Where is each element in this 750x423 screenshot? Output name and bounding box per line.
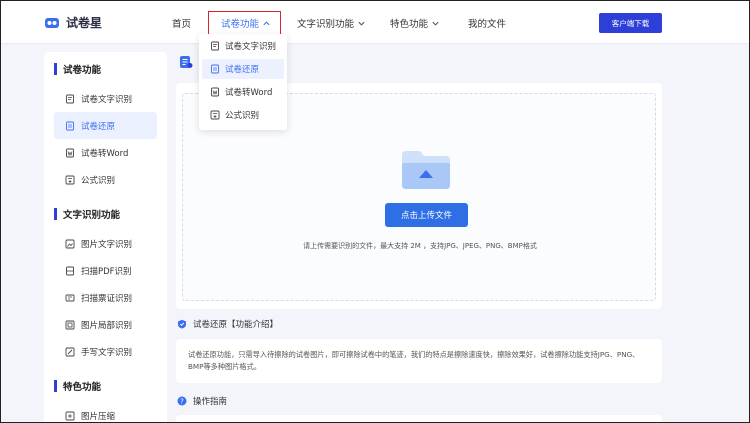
chevron-down-icon <box>432 21 439 26</box>
client-download-button[interactable]: 客户端下载 <box>599 13 662 33</box>
logo[interactable]: 试卷星 <box>44 14 102 31</box>
dropdown-item-exam-text-ocr[interactable]: 试卷文字识别 <box>202 36 284 56</box>
formula-icon <box>65 175 75 184</box>
sidebar-item-exam-to-word[interactable]: 试卷转Word <box>54 139 157 166</box>
ticket-scan-icon <box>65 294 75 301</box>
sidebar-item-label: 试卷转Word <box>81 148 129 159</box>
sidebar-item-label: 手写文字识别 <box>81 347 133 358</box>
image-compress-icon <box>65 411 75 420</box>
shield-icon <box>178 319 186 329</box>
folder-upload-icon <box>402 151 450 189</box>
sidebar-item-label: 图片局部识别 <box>81 320 133 331</box>
doc-word-icon <box>211 87 219 97</box>
guide-title-text: 操作指南 <box>193 397 228 407</box>
nav-my-files-label: 我的文件 <box>468 19 507 30</box>
nav-highlight-box <box>208 11 281 35</box>
sidebar-item-exam-restore[interactable]: 试卷还原 <box>54 112 157 139</box>
handwriting-icon <box>65 347 75 356</box>
nav-home-label: 首页 <box>172 19 192 30</box>
sidebar-section-title-exam: 试卷功能 <box>54 62 101 76</box>
sidebar-item-label: 扫描PDF识别 <box>81 266 132 277</box>
sidebar-item-label: 扫描票证识别 <box>81 293 133 304</box>
dropdown-item-label: 试卷还原 <box>225 65 260 75</box>
nav-my-files[interactable]: 我的文件 <box>468 16 506 30</box>
sidebar-item-image-compress[interactable]: 图片压缩 <box>54 402 157 423</box>
dropdown-item-formula-ocr[interactable]: 公式识别 <box>202 105 284 125</box>
image-crop-icon <box>65 320 75 329</box>
sidebar-section-title-special: 特色功能 <box>54 379 101 393</box>
doc-text-icon <box>66 94 74 103</box>
guide-panel <box>176 415 662 423</box>
sidebar: 试卷功能 试卷文字识别 试卷还原 试卷转Word 公式识别 文字识别功能 图片文… <box>44 52 167 423</box>
sidebar-item-label: 公式识别 <box>81 175 116 186</box>
svg-text:?: ? <box>180 398 184 406</box>
doc-word-icon <box>66 148 74 157</box>
dropdown-item-label: 试卷文字识别 <box>225 42 277 52</box>
upload-hint: 请上传需要识别的文件，最大支持 2M ，支持JPG、JPEG、PNG、BMP格式 <box>303 242 537 250</box>
sidebar-item-exam-text-ocr[interactable]: 试卷文字识别 <box>54 85 157 112</box>
sidebar-item-label: 图片文字识别 <box>81 239 133 250</box>
sidebar-item-image-crop[interactable]: 图片局部识别 <box>54 311 157 338</box>
logo-text: 试卷星 <box>66 16 103 30</box>
dropdown-item-exam-restore[interactable]: 试卷还原 <box>202 59 284 79</box>
sidebar-item-ticket-scan[interactable]: 扫描票证识别 <box>54 284 157 311</box>
page-title-icon <box>180 56 193 68</box>
pdf-scan-icon <box>66 266 74 275</box>
sidebar-item-label: 图片压缩 <box>81 411 116 422</box>
intro-heading: 试卷还原【功能介绍】 <box>177 318 278 330</box>
nav-ocr-features-label: 文字识别功能 <box>297 19 355 30</box>
doc-restore-icon <box>66 121 74 130</box>
doc-text-icon <box>211 41 219 51</box>
dropdown-item-exam-to-word[interactable]: 试卷转Word <box>202 82 284 102</box>
exam-features-dropdown: 试卷文字识别 试卷还原 试卷转Word 公式识别 <box>199 34 287 130</box>
nav-special-features-label: 特色功能 <box>390 19 429 30</box>
intro-description: 试卷还原功能，只需导入待擦除的试卷图片，即可擦除试卷中的笔迹，我们的特点是擦除速… <box>176 339 662 383</box>
dropdown-item-label: 公式识别 <box>225 111 260 121</box>
sidebar-item-label: 试卷文字识别 <box>81 94 133 105</box>
nav-home[interactable]: 首页 <box>172 16 191 30</box>
sidebar-item-pdf-scan[interactable]: 扫描PDF识别 <box>54 257 157 284</box>
guide-heading: ? 操作指南 <box>177 395 227 407</box>
doc-restore-icon <box>211 64 219 74</box>
chevron-down-icon <box>358 21 365 26</box>
upload-file-button[interactable]: 点击上传文件 <box>385 203 468 227</box>
help-circle-icon: ? <box>177 396 187 406</box>
sidebar-item-image-text-ocr[interactable]: 图片文字识别 <box>54 230 157 257</box>
sidebar-item-handwriting[interactable]: 手写文字识别 <box>54 338 157 365</box>
image-text-icon <box>65 239 75 248</box>
dropdown-item-label: 试卷转Word <box>225 88 273 98</box>
sidebar-item-formula-ocr[interactable]: 公式识别 <box>54 166 157 193</box>
sidebar-section-title-ocr: 文字识别功能 <box>54 207 120 221</box>
top-navigation-bar: 试卷星 首页 试卷功能 文字识别功能 特色功能 我的文件 客户端下载 <box>0 0 750 44</box>
nav-ocr-features[interactable]: 文字识别功能 <box>297 16 366 30</box>
sidebar-item-label: 试卷还原 <box>81 121 116 132</box>
intro-title-text: 试卷还原【功能介绍】 <box>193 320 279 330</box>
nav-special-features[interactable]: 特色功能 <box>390 16 440 30</box>
logo-icon <box>45 17 59 28</box>
formula-icon <box>210 110 220 120</box>
